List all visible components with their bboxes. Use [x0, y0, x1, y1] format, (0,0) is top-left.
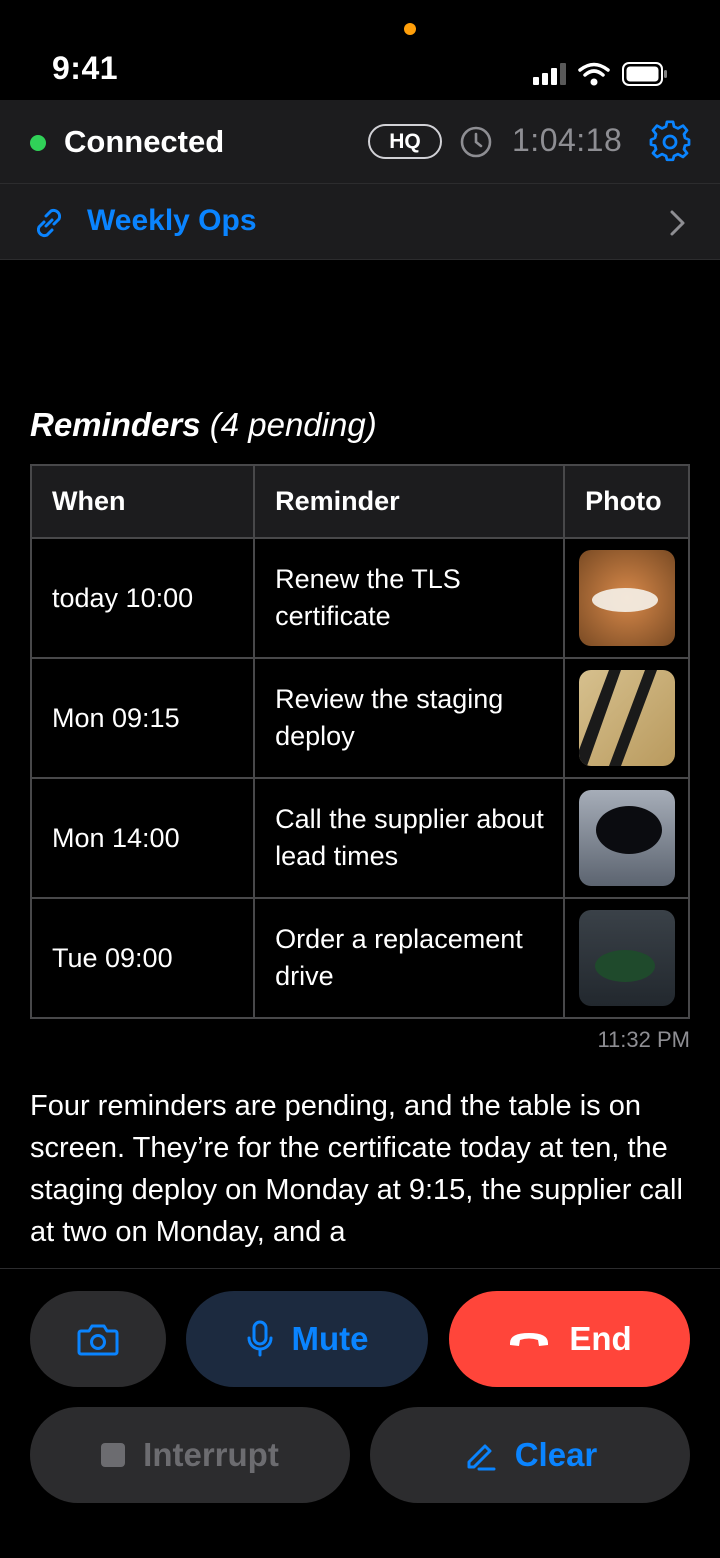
- assistant-reply-text: Four reminders are pending, and the tabl…: [30, 1090, 683, 1248]
- reminder-photo-cell: [563, 897, 690, 1019]
- connection-status-dot: [30, 135, 46, 151]
- recording-indicator-dot: [404, 23, 416, 35]
- location-badge: HQ: [368, 124, 442, 159]
- table-row: Mon 09:15 Review the staging deploy: [29, 657, 690, 779]
- camera-button[interactable]: [30, 1291, 166, 1387]
- reminder-when: Tue 09:00: [29, 897, 256, 1019]
- link-icon: [36, 208, 62, 238]
- status-time: 9:41: [52, 50, 119, 86]
- microphone-icon: [247, 1320, 272, 1357]
- column-header-photo: Photo: [563, 464, 690, 539]
- battery-icon: [622, 62, 667, 86]
- reminder-photo-thumbnail[interactable]: [578, 910, 675, 1006]
- reminder-text: Renew the TLS certificate: [253, 537, 566, 659]
- column-header-when: When: [29, 464, 256, 539]
- reminder-when: Mon 09:15: [29, 657, 256, 779]
- reminders-heading: Reminders (4 pending): [30, 406, 377, 444]
- end-call-button[interactable]: End: [449, 1291, 690, 1387]
- reminder-photo-cell: [563, 657, 690, 779]
- interrupt-button-label: Interrupt: [143, 1436, 279, 1473]
- clear-button[interactable]: Clear: [370, 1407, 690, 1503]
- message-timestamp: 11:32 PM: [597, 1027, 690, 1052]
- call-timer: 1:04:18: [512, 122, 623, 158]
- status-icons: [533, 62, 668, 86]
- chevron-right-icon: [670, 210, 685, 236]
- clock-icon: [460, 126, 492, 158]
- linked-meeting-row[interactable]: Weekly Ops: [0, 184, 720, 260]
- call-controls: Mute End Interrupt Clear: [0, 1268, 720, 1558]
- linked-meeting-label: Weekly Ops: [87, 204, 257, 237]
- table-row: today 10:00 Renew the TLS certificate: [29, 537, 690, 659]
- end-call-label: End: [569, 1320, 632, 1357]
- reminders-title: Reminders: [30, 406, 201, 443]
- settings-gear-icon[interactable]: [648, 120, 692, 164]
- table-row: Tue 09:00 Order a replacement drive: [29, 897, 690, 1019]
- reminder-text: Review the staging deploy: [253, 657, 566, 779]
- connection-status-label: Connected: [64, 124, 225, 159]
- reminders-table: When Reminder Photo today 10:00 Renew th…: [29, 464, 690, 1019]
- reminder-photo-cell: [563, 537, 690, 659]
- cellular-signal-icon: [533, 63, 566, 85]
- reminder-photo-thumbnail[interactable]: [578, 550, 675, 646]
- table-header-row: When Reminder Photo: [29, 464, 690, 539]
- mute-button[interactable]: Mute: [186, 1291, 428, 1387]
- hang-up-phone-icon: [510, 1333, 549, 1346]
- reminder-text: Call the supplier about lead times: [253, 777, 566, 899]
- mute-button-label: Mute: [291, 1320, 369, 1357]
- clear-button-label: Clear: [514, 1436, 598, 1473]
- column-header-reminder: Reminder: [253, 464, 566, 539]
- call-header: Connected HQ 1:04:18: [0, 100, 720, 184]
- reminder-when: Mon 14:00: [29, 777, 256, 899]
- reminder-when: today 10:00: [29, 537, 256, 659]
- stop-icon: [101, 1443, 126, 1467]
- interrupt-button[interactable]: Interrupt: [30, 1407, 350, 1503]
- eraser-pencil-icon: [467, 1444, 496, 1471]
- reminder-photo-thumbnail[interactable]: [578, 790, 675, 886]
- wifi-icon: [578, 62, 610, 86]
- reminders-count: (4 pending): [209, 406, 377, 443]
- table-row: Mon 14:00 Call the supplier about lead t…: [29, 777, 690, 899]
- camera-icon: [77, 1324, 119, 1356]
- reminder-text: Order a replacement drive: [253, 897, 566, 1019]
- reminder-photo-thumbnail[interactable]: [578, 670, 675, 766]
- status-bar: 9:41: [0, 0, 720, 100]
- reminder-photo-cell: [563, 777, 690, 899]
